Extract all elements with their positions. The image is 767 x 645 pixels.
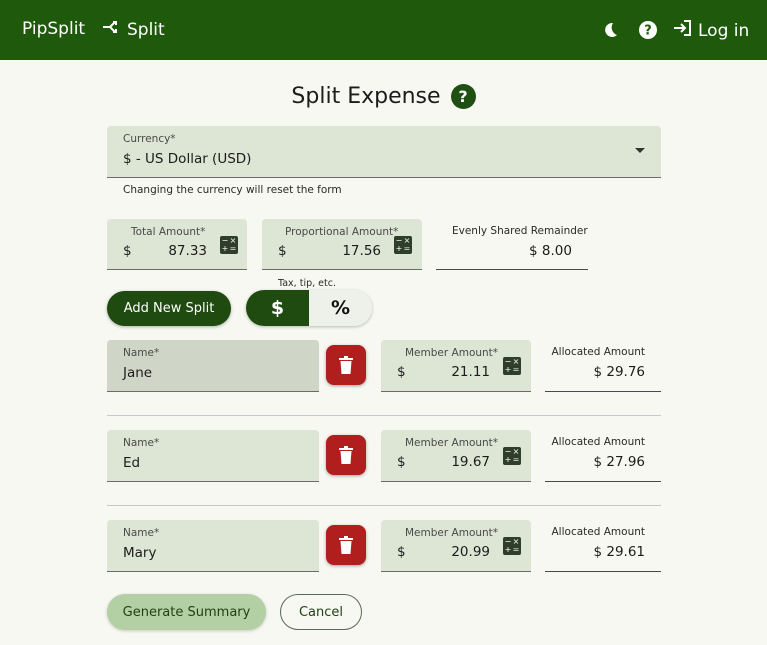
allocated-amount-value: $ 29.61 (593, 544, 645, 560)
member-amount-label: Member Amount* (405, 437, 499, 449)
member-amount-field[interactable]: Member Amount* $ 20.99 − × + = (381, 520, 531, 572)
split-name-field[interactable]: Name* Ed (107, 430, 319, 482)
calculator-icon[interactable]: − × + = (220, 236, 238, 254)
split-name-field[interactable]: Name* Jane (107, 340, 319, 392)
split-divider (107, 505, 661, 506)
calculator-icon[interactable]: − × + = (503, 357, 521, 375)
split-name-field[interactable]: Name* Mary (107, 520, 319, 572)
trash-icon (339, 446, 353, 464)
member-amount-label: Member Amount* (405, 527, 499, 539)
currency-helper-text: Changing the currency will reset the for… (123, 184, 342, 196)
login-icon (673, 19, 693, 42)
moon-icon[interactable] (599, 19, 621, 41)
currency-prefix: $ (123, 243, 132, 259)
add-new-split-button[interactable]: Add New Split (107, 291, 231, 326)
allocated-amount-label: Allocated Amount (551, 436, 646, 448)
delete-split-button[interactable] (326, 435, 366, 475)
proportional-caption: Tax, tip, etc. (278, 278, 336, 289)
member-amount-field[interactable]: Member Amount* $ 21.11 − × + = (381, 340, 531, 392)
allocated-amount-value: $ 27.96 (593, 454, 645, 470)
allocated-amount-label: Allocated Amount (551, 346, 646, 358)
help-icon[interactable]: ? (637, 19, 659, 41)
name-label: Name* (123, 527, 160, 539)
allocated-amount-field: Allocated Amount $ 29.61 (545, 520, 661, 572)
member-amount-field[interactable]: Member Amount* $ 19.67 − × + = (381, 430, 531, 482)
nav-split-label: Split (127, 19, 165, 40)
page-title: Split Expense (291, 84, 441, 109)
member-amount-value: 20.99 (451, 544, 490, 560)
trash-icon (339, 356, 353, 374)
calculator-icon[interactable]: − × + = (503, 537, 521, 555)
total-amount-label: Total Amount* (131, 226, 206, 238)
name-value: Jane (123, 365, 153, 381)
cancel-button[interactable]: Cancel (280, 594, 362, 630)
chevron-down-icon (635, 148, 645, 153)
name-label: Name* (123, 347, 160, 359)
member-amount-value: 19.67 (451, 454, 490, 470)
app-bar: PipSplit Split ? Log in (0, 0, 767, 60)
toggle-percent[interactable]: % (309, 290, 372, 326)
currency-select[interactable]: Currency* $ - US Dollar (USD) (107, 126, 661, 178)
remainder-value: $ 8.00 (529, 243, 572, 259)
currency-label: Currency* (123, 133, 176, 145)
member-amount-label: Member Amount* (405, 347, 499, 359)
amount-type-toggle: $ % (246, 290, 372, 326)
toggle-dollar[interactable]: $ (246, 290, 309, 326)
calculator-icon[interactable]: − × + = (503, 447, 521, 465)
trash-icon (339, 536, 353, 554)
split-divider (107, 415, 661, 416)
total-amount-field[interactable]: Total Amount* $ 87.33 − × + = (107, 219, 247, 270)
name-label: Name* (123, 437, 160, 449)
allocated-amount-field: Allocated Amount $ 29.76 (545, 340, 661, 392)
currency-prefix: $ (397, 544, 406, 560)
remainder-field: Evenly Shared Remainder $ 8.00 (436, 219, 588, 270)
generate-summary-button[interactable]: Generate Summary (107, 594, 266, 630)
allocated-amount-label: Allocated Amount (551, 526, 646, 538)
login-button[interactable]: Log in (673, 19, 749, 42)
login-label: Log in (698, 20, 750, 41)
delete-split-button[interactable] (326, 345, 366, 385)
split-icon (102, 19, 120, 40)
calculator-icon[interactable]: − × + = (394, 236, 412, 254)
proportional-amount-field[interactable]: Proportional Amount* $ 17.56 − × + = (262, 219, 422, 270)
svg-text:?: ? (644, 24, 652, 39)
member-amount-value: 21.11 (451, 364, 490, 380)
currency-prefix: $ (397, 454, 406, 470)
proportional-amount-label: Proportional Amount* (285, 226, 399, 238)
remainder-label: Evenly Shared Remainder (452, 225, 588, 237)
delete-split-button[interactable] (326, 525, 366, 565)
name-value: Ed (123, 455, 141, 471)
proportional-amount-value: 17.56 (342, 243, 381, 259)
currency-value: $ - US Dollar (USD) (123, 151, 252, 167)
help-circle-icon[interactable]: ? (450, 84, 476, 109)
nav-split-link[interactable]: Split (102, 19, 165, 40)
allocated-amount-field: Allocated Amount $ 27.96 (545, 430, 661, 482)
name-value: Mary (123, 545, 157, 561)
total-amount-value: 87.33 (168, 243, 207, 259)
allocated-amount-value: $ 29.76 (593, 364, 645, 380)
currency-prefix: $ (278, 243, 287, 259)
page-title-row: Split Expense ? (0, 84, 767, 109)
brand-logo-text[interactable]: PipSplit (22, 19, 85, 39)
currency-prefix: $ (397, 364, 406, 380)
